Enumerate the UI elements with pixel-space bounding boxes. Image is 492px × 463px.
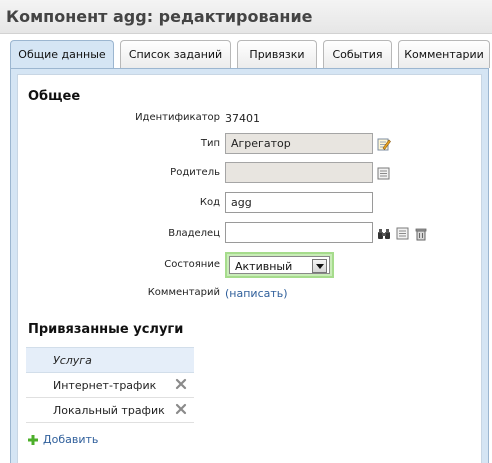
tab-bindings[interactable]: Привязки: [237, 40, 317, 68]
general-section-title: Общее: [28, 89, 81, 104]
select-from-list-icon[interactable]: [377, 166, 391, 180]
table-row: Локальный трафик: [26, 398, 194, 423]
code-field[interactable]: agg: [225, 192, 373, 213]
state-select[interactable]: Активный: [229, 256, 330, 274]
trash-icon[interactable]: [414, 227, 428, 241]
plus-icon[interactable]: [27, 434, 39, 446]
tab-strip: Общие данные Список заданий Привязки Соб…: [10, 40, 492, 69]
edit-icon[interactable]: [377, 137, 391, 151]
type-label: Тип: [200, 138, 220, 149]
state-select-highlight: Активный: [225, 252, 334, 278]
tab-task-list[interactable]: Список заданий: [120, 40, 231, 68]
tab-comments[interactable]: Комментарии: [398, 40, 490, 68]
comment-label: Комментарий: [147, 287, 220, 298]
tab-general[interactable]: Общие данные: [10, 40, 114, 69]
binoculars-icon[interactable]: [377, 227, 391, 241]
state-select-value: Активный: [235, 260, 293, 273]
owner-field[interactable]: [225, 222, 373, 243]
select-from-list-icon[interactable]: [396, 226, 410, 240]
delete-icon[interactable]: [175, 403, 187, 415]
services-column-header: Услуга: [53, 354, 92, 367]
services-table-header: Услуга: [26, 347, 194, 373]
page-header: Компонент agg: редактирование: [0, 0, 492, 34]
service-name: Локальный трафик: [53, 404, 165, 417]
tab-events[interactable]: События: [323, 40, 392, 68]
id-value: 37401: [225, 112, 260, 125]
owner-label: Владелец: [168, 228, 220, 239]
add-service-link[interactable]: Добавить: [43, 433, 98, 446]
page-title: Компонент agg: редактирование: [6, 7, 313, 26]
parent-label: Родитель: [170, 167, 220, 178]
delete-icon[interactable]: [175, 378, 187, 390]
code-label: Код: [199, 197, 220, 208]
type-field[interactable]: Агрегатор: [225, 133, 373, 154]
table-row: Интернет-трафик: [26, 373, 194, 398]
service-name: Интернет-трафик: [53, 379, 157, 392]
state-label: Состояние: [164, 259, 220, 270]
parent-field[interactable]: [225, 162, 373, 183]
services-section-title: Привязанные услуги: [28, 322, 184, 337]
write-comment-link[interactable]: (написать): [225, 287, 288, 300]
chevron-down-icon[interactable]: [312, 259, 327, 273]
id-label: Идентификатор: [135, 112, 220, 123]
